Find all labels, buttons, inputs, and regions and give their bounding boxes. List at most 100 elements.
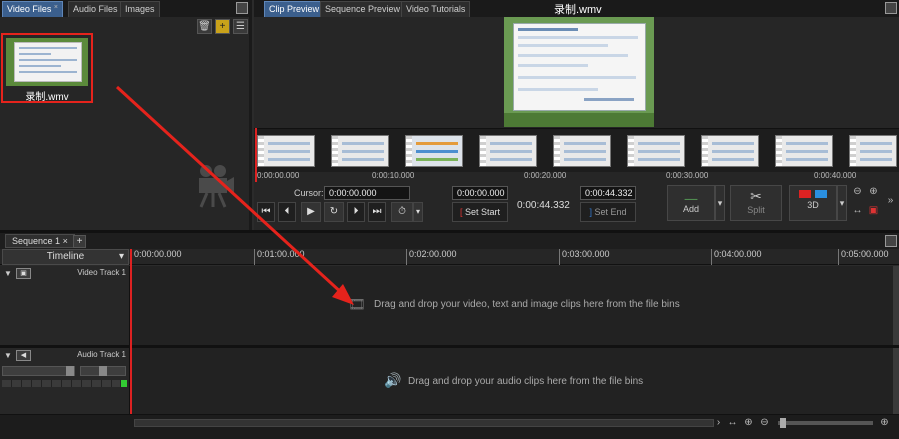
3d-button[interactable]: 3D — [789, 185, 837, 221]
clip-scrubber-ruler[interactable]: 0:00:00.000 0:00:10.000 0:00:20.000 0:00… — [254, 170, 899, 180]
fit-width-icon[interactable]: ↔ — [851, 205, 864, 218]
cursor-label: Cursor: — [294, 188, 324, 198]
tab-clip-preview[interactable]: Clip Preview — [264, 1, 325, 17]
video-track-name: Video Track 1 — [77, 268, 126, 277]
add-sequence-button[interactable]: + — [73, 235, 86, 248]
sequence-tabbar: Sequence 1 × + — [0, 233, 899, 249]
bracket-start-icon: [ — [459, 207, 463, 217]
play-button[interactable]: ▶ — [301, 202, 321, 222]
pan-knob[interactable] — [99, 366, 107, 376]
preview-video — [504, 17, 654, 127]
add-icon: ── — [684, 194, 698, 204]
video-track[interactable]: ▼ ▣ Video Track 1 🎞 Drag and drop your v… — [0, 266, 899, 345]
add-label: Add — [682, 204, 699, 214]
video-track-icon[interactable]: ▣ — [16, 268, 31, 279]
preview-tabbar: Clip Preview Sequence Preview Video Tuto… — [254, 0, 899, 17]
tab-sequence-preview[interactable]: Sequence Preview — [320, 1, 406, 17]
tab-label: Clip Preview — [269, 4, 320, 14]
bins-splitter[interactable] — [249, 17, 252, 230]
split-button[interactable]: ✂ Split — [730, 185, 782, 221]
skip-start-button[interactable]: ⏮ — [257, 202, 275, 222]
loop-button[interactable]: ↻ — [324, 202, 344, 222]
audio-track-scrollbar[interactable] — [893, 348, 899, 414]
tab-images[interactable]: Images — [120, 1, 160, 17]
pin-icon[interactable] — [885, 2, 897, 14]
timeline-footer: › ↔ ⊕ ⊖ ⊕ — [0, 414, 899, 439]
tab-video-files[interactable]: Video Files × — [2, 1, 63, 17]
set-end-label: Set End — [594, 207, 627, 217]
step-back-button[interactable]: ⏴ — [278, 202, 296, 222]
zoom-in-icon[interactable]: ⊕ — [878, 417, 891, 430]
tab-label: Sequence Preview — [325, 4, 401, 14]
level-meter — [2, 380, 120, 387]
zoom-knob[interactable] — [780, 418, 786, 428]
skip-end-button[interactable]: ⏭ — [368, 202, 386, 222]
tab-video-tutorials[interactable]: Video Tutorials — [401, 1, 471, 17]
out-point-time[interactable]: 0:00:44.332 — [580, 186, 636, 200]
zoom-out-icon[interactable]: ⊖ — [851, 186, 864, 199]
close-icon[interactable]: × — [54, 4, 58, 11]
bin-toolbar: 🗑 + ☰ — [195, 19, 251, 35]
pin-icon[interactable] — [236, 2, 248, 14]
volume-knob[interactable] — [66, 366, 74, 376]
ruler-tick: 0:00:00.000 — [131, 249, 182, 265]
step-forward-button[interactable]: ⏵ — [347, 202, 365, 222]
cursor-time[interactable]: 0:00:00.000 — [324, 186, 410, 200]
clip-item[interactable]: 录制.wmv — [1, 33, 93, 103]
preview-panel: Clip Preview Sequence Preview Video Tuto… — [254, 0, 899, 230]
pin-icon[interactable] — [885, 235, 897, 247]
ruler-tick: 0:03:00.000 — [559, 249, 610, 265]
strip-time: 0:00:10.000 — [372, 171, 415, 180]
add-folder-icon[interactable]: + — [215, 19, 230, 34]
tab-label: Sequence 1 — [12, 236, 61, 246]
chevron-down-icon[interactable]: ▾ — [837, 185, 847, 221]
split-label: Split — [747, 205, 765, 215]
fullscreen-icon[interactable]: ▣ — [867, 205, 880, 218]
strip-time: 0:00:00.000 — [257, 171, 300, 180]
zoom-in-icon[interactable]: ⊕ — [867, 186, 880, 199]
fit-width-icon[interactable]: ↔ — [726, 417, 739, 430]
timeline-playhead[interactable] — [130, 249, 132, 414]
collapse-icon[interactable]: ▼ — [4, 269, 12, 278]
set-start-button[interactable]: [ Set Start — [452, 202, 508, 222]
3d-label: 3D — [807, 200, 819, 210]
speaker-icon[interactable]: ◀ — [16, 350, 31, 361]
film-icon: 🎞 — [348, 296, 366, 312]
close-icon[interactable]: × — [63, 236, 68, 246]
level-indicator — [121, 380, 127, 387]
timeline-zoom-slider[interactable] — [778, 421, 873, 425]
filmstrip[interactable] — [254, 128, 899, 172]
tab-audio-files[interactable]: Audio Files — [68, 1, 123, 17]
collapse-icon[interactable]: ▼ — [4, 351, 12, 360]
volume-slider[interactable] — [2, 366, 75, 376]
scroll-right-icon[interactable]: › — [712, 417, 725, 430]
chevron-down-icon[interactable]: ▾ — [715, 185, 725, 221]
tab-sequence-1[interactable]: Sequence 1 × — [5, 234, 75, 248]
in-point-time[interactable]: 0:00:00.000 — [452, 186, 508, 200]
tab-label: Audio Files — [73, 4, 118, 14]
speed-button[interactable]: ⏱ — [391, 202, 413, 222]
file-bins-panel: Video Files × Audio Files Images 🗑 + ☰ 录… — [0, 0, 252, 230]
timeline-label: Timeline — [46, 251, 85, 262]
trash-icon[interactable]: 🗑 — [197, 19, 212, 34]
preview-playhead[interactable] — [255, 128, 257, 182]
add-button[interactable]: ── Add — [667, 185, 715, 221]
timeline-horizontal-scrollbar[interactable] — [134, 419, 714, 427]
ruler-tick: 0:05:00.000 — [838, 249, 889, 265]
chevron-down-icon[interactable]: ▾ — [413, 202, 423, 222]
strip-time: 0:00:20.000 — [524, 171, 567, 180]
more-icon[interactable]: » — [884, 195, 897, 208]
set-end-button[interactable]: ] Set End — [580, 202, 636, 222]
video-track-header: ▼ ▣ Video Track 1 — [0, 266, 130, 345]
scissors-icon: ✂ — [750, 188, 762, 204]
video-track-scrollbar[interactable] — [893, 266, 899, 345]
timeline-ruler[interactable]: Timeline ▾ 0:00:00.000 0:01:00.000 0:02:… — [0, 249, 899, 265]
list-view-icon[interactable]: ☰ — [233, 19, 248, 34]
zoom-out-icon[interactable]: ⊖ — [758, 417, 771, 430]
ruler-tick: 0:04:00.000 — [711, 249, 762, 265]
audio-track[interactable]: ▼ ◀ Audio Track 1 🔊 Drag and drop your a… — [0, 348, 899, 414]
strip-time: 0:00:40.000 — [814, 171, 857, 180]
zoom-fit-icon[interactable]: ⊕ — [742, 417, 755, 430]
ruler-tick: 0:01:00.000 — [254, 249, 305, 265]
timeline-menu[interactable]: Timeline ▾ — [2, 249, 129, 265]
